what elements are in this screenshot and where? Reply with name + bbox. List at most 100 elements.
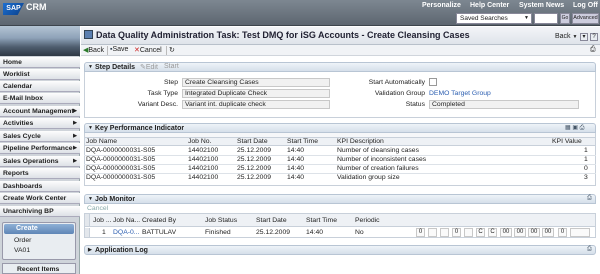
validation-group-link[interactable]: DEMO Target Group [429,90,491,97]
print-icon[interactable]: ⎙ [590,46,596,54]
col-job-status[interactable]: Job Status [205,217,237,224]
step-field: Create Cleansing Cases [182,78,330,87]
start-automatically-label: Start Automatically [368,79,425,86]
system-news-link[interactable]: System News [519,2,564,9]
sidebar-item-reports[interactable]: Reports [0,168,80,179]
variant-desc-label: Variant Desc. [137,101,178,108]
help-center-link[interactable]: Help Center [470,2,509,9]
col-start-date[interactable]: Start Date [256,217,287,224]
sidebar-item-calendar[interactable]: Calendar [0,81,80,92]
col-start-date[interactable]: Start Date [237,138,268,145]
kpi-cell: Number of inconsistent cases [337,156,427,163]
task-type-field: Integrated Duplicate Check [182,89,330,98]
job-cell-start-date: 25.12.2009 [256,229,291,236]
job-field: 0 [452,228,461,237]
col-job-no[interactable]: Job No. [188,138,211,145]
job-field: C [488,228,497,237]
chevron-right-icon: ▶ [73,158,77,164]
job-cancel-button[interactable]: Cancel [87,205,108,212]
sidebar-item-account-management[interactable]: Account Management ▶ [0,106,80,117]
col-start-time[interactable]: Start Time [306,217,337,224]
create-item-order[interactable]: Order [14,237,31,244]
kpi-cell: 14:40 [287,147,305,154]
start-button[interactable]: Start [164,63,179,70]
task-type-label: Task Type [147,90,178,97]
save-button[interactable]: ▪Save [110,46,128,53]
job-cell-start-time: 14:40 [306,229,324,236]
col-kpi-value[interactable]: KPI Value [552,138,582,145]
help-icon[interactable]: ? [590,33,598,41]
task-icon [84,30,93,39]
back-button[interactable]: ◀Back [83,46,104,54]
kpi-header[interactable]: ▼ Key Performance Indicator [84,123,596,133]
advanced-button[interactable]: Advanced [572,13,599,24]
job-name-link[interactable]: DQA-0... [113,229,139,236]
kpi-cell: 14:40 [287,156,305,163]
search-input[interactable] [534,13,558,24]
job-cell-number: 1 [102,229,106,236]
sidebar-item-sales-operations[interactable]: Sales Operations ▶ [0,156,80,167]
sidebar-item-email-inbox[interactable]: E-Mail Inbox [0,93,80,104]
kpi-cell: 14:40 [287,165,305,172]
sidebar-item-create-work-center[interactable]: Create Work Center [0,193,80,204]
create-panel-header[interactable]: Create [4,224,74,234]
job-field: 00 [500,228,512,237]
collapse-icon: ▼ [88,64,93,70]
kpi-cell: 14402100 [188,147,219,154]
job-field [428,228,437,237]
sidebar-item-activities[interactable]: Activities ▶ [0,118,80,129]
app-name: CRM [26,2,47,12]
cancel-button[interactable]: ✕Cancel [134,46,162,54]
kpi-cell: Number of cleansing cases [337,147,419,154]
row-selector-header[interactable] [85,214,90,226]
kpi-cell: 25.12.2009 [237,147,272,154]
job-monitor-header[interactable]: ▼ Job Monitor [84,194,596,204]
recent-items-panel[interactable]: Recent Items [2,263,76,274]
personalize-link[interactable]: Personalize [422,2,461,9]
chevron-right-icon: ▶ [73,145,77,151]
window-options-icon[interactable]: ▾ [580,33,588,41]
sidebar-item-unarchiving-bp[interactable]: Unarchiving BP [0,206,80,217]
saved-searches-dropdown[interactable]: Saved Searches ▼ [456,13,532,24]
col-created-by[interactable]: Created By [142,217,176,224]
step-details-header[interactable]: ▼ Step Details [84,62,596,72]
kpi-cell: Number of creation failures [337,165,419,172]
col-job-name[interactable]: Job Name [86,138,117,145]
collapse-icon: ▼ [88,196,93,202]
job-field [440,228,449,237]
create-item-va01[interactable]: VA01 [14,247,30,254]
sidebar-item-dashboards[interactable]: Dashboards [0,181,80,192]
col-job-number[interactable]: Job ... [93,217,112,224]
kpi-table-tools-icon[interactable]: ▦ ▣ ⎙ [565,124,584,132]
edit-button[interactable]: ✎Edit [140,63,158,71]
job-cell-periodic: No [355,229,364,236]
col-kpi-description[interactable]: KPI Description [337,138,384,145]
kpi-cell: DQA-0000000031-S05 [86,165,156,172]
sidebar-item-sales-cycle[interactable]: Sales Cycle ▶ [0,131,80,142]
refresh-icon[interactable]: ↻ [169,46,175,54]
history-back-button[interactable]: Back ▼ [555,33,577,40]
step-label: Step [164,79,178,86]
validation-group-label: Validation Group [374,90,425,97]
application-log-print-icon[interactable]: ⎙ [587,246,592,253]
expand-icon: ▶ [88,247,92,253]
chevron-down-icon: ▼ [524,15,529,21]
sidebar-item-pipeline-performance[interactable]: Pipeline Performance ▶ [0,143,80,154]
col-periodic[interactable]: Periodic [355,217,380,224]
log-off-link[interactable]: Log Off [573,2,598,9]
col-start-time[interactable]: Start Time [287,138,318,145]
sidebar-banner-image [0,26,80,56]
start-automatically-checkbox[interactable] [429,78,437,86]
sidebar-item-home[interactable]: Home [0,57,80,68]
kpi-cell: DQA-0000000031-S05 [86,147,156,154]
status-field: Completed [429,100,579,109]
sidebar-item-worklist[interactable]: Worklist [0,69,80,80]
row-selector[interactable] [85,228,90,237]
go-button[interactable]: Go [560,13,570,24]
variant-desc-field: Variant int. duplicate check [182,100,330,109]
job-monitor-print-icon[interactable]: ⎙ [587,195,592,202]
application-log-header[interactable]: ▶ Application Log [84,245,596,255]
col-job-name[interactable]: Job Na... [113,217,140,224]
kpi-cell: 25.12.2009 [237,174,272,181]
kpi-cell: 25.12.2009 [237,156,272,163]
